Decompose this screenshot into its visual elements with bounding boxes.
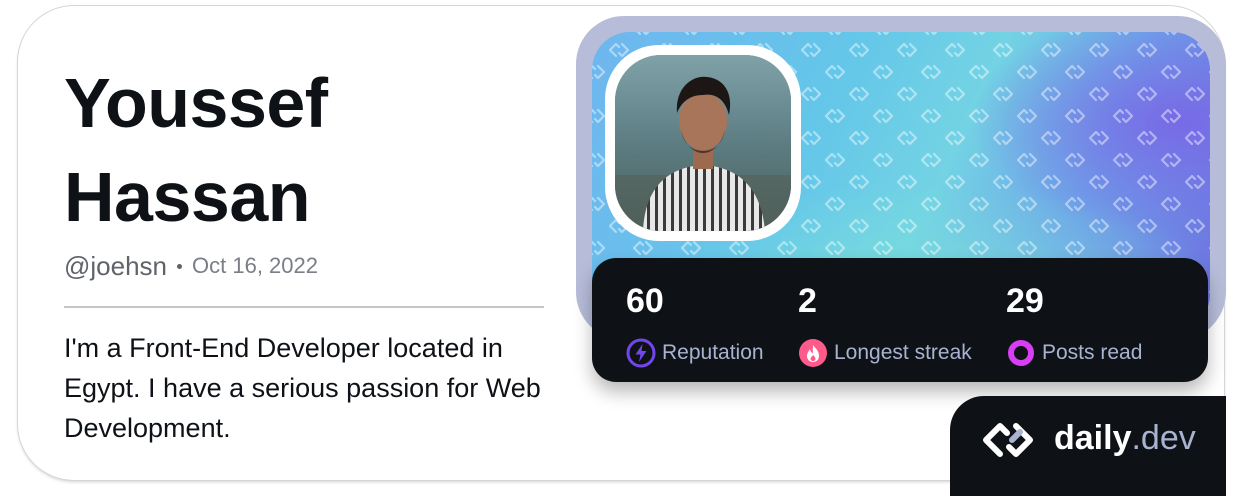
- ring-icon: [1008, 340, 1034, 366]
- flame-icon: [799, 339, 827, 367]
- brand-tld: .dev: [1131, 419, 1196, 457]
- stats-panel: 60 Reputation 2 Longest streak 29 Posts …: [592, 258, 1208, 382]
- daily-dev-logo-icon: [983, 423, 1033, 457]
- bolt-icon: [626, 338, 656, 368]
- stat-label: Longest streak: [834, 341, 972, 364]
- stat-posts-read: 29 Posts read: [1006, 280, 1142, 368]
- profile-meta: @joehsn Oct 16, 2022: [64, 248, 318, 284]
- join-date: Oct 16, 2022: [192, 253, 318, 278]
- divider: [64, 306, 544, 308]
- brand-name: daily: [1054, 419, 1132, 457]
- stat-longest-streak: 2 Longest streak: [798, 280, 972, 368]
- stat-value: 29: [1006, 282, 1044, 320]
- avatar: [615, 55, 791, 231]
- avatar-photo: [615, 55, 791, 231]
- separator-dot: [177, 263, 183, 269]
- stat-value: 2: [798, 282, 817, 320]
- profile-name: Youssef Hassan: [64, 64, 328, 236]
- stat-label: Reputation: [662, 341, 764, 364]
- stat-label: Posts read: [1042, 341, 1143, 364]
- brand-wordmark: daily.dev: [1054, 416, 1196, 460]
- brand-badge: daily.dev: [950, 396, 1226, 496]
- stat-value: 60: [626, 282, 664, 320]
- avatar-frame: [605, 45, 801, 241]
- profile-handle: @joehsn: [64, 250, 168, 281]
- profile-bio: I'm a Front-End Developer located in Egy…: [64, 333, 541, 443]
- stat-reputation: 60 Reputation: [626, 280, 764, 368]
